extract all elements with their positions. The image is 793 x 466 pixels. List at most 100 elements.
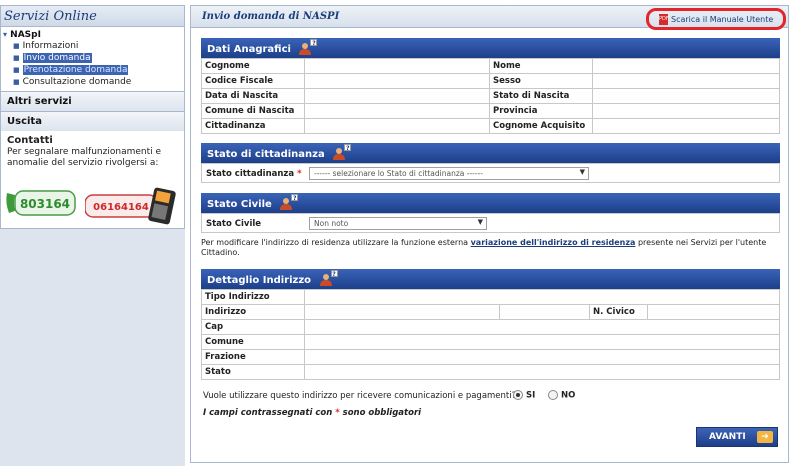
field-label: N. Civico	[589, 304, 648, 320]
address-note: Per modificare l'indirizzo di residenza …	[201, 238, 780, 258]
chevron-down-icon: ▼	[579, 168, 585, 176]
option-no[interactable]: NO	[548, 390, 575, 401]
field-label: Codice Fiscale	[201, 73, 305, 89]
section-stato-civile: Stato Civile ? Stato Civile Non noto ▼	[201, 193, 780, 233]
field-label: Stato Civile	[206, 219, 262, 229]
field-value	[304, 319, 780, 335]
person-help-icon[interactable]: ?	[298, 39, 318, 56]
field-label: Frazione	[201, 349, 305, 365]
phone-green-number: 803164	[20, 197, 70, 211]
page-title: Invio domanda di NASPI	[202, 11, 340, 22]
person-help-icon[interactable]: ?	[319, 270, 338, 287]
section-title: Dati Anagrafici	[207, 44, 291, 55]
radio-si[interactable]	[513, 390, 523, 400]
chevron-down-icon: ▼	[477, 218, 483, 226]
bullet-icon: ■	[13, 42, 20, 50]
sidebar-group-title: NASpI	[10, 30, 41, 40]
field-value	[592, 73, 780, 89]
section-bar: Stato Civile ?	[201, 193, 780, 213]
main-header: Invio domanda di NASPI PDF Scarica il Man…	[191, 6, 788, 30]
sidebar-item-invio-domanda[interactable]: ■ Invio domanda	[13, 52, 184, 64]
sidebar-item-prenotazione-domanda[interactable]: ■ Prenotazione domanda	[13, 64, 184, 76]
table-row: Cognome Nome	[201, 58, 780, 74]
field-label: Stato cittadinanza *	[206, 169, 302, 179]
sidebar-item-label: Prenotazione domanda	[22, 65, 129, 75]
field-label: Provincia	[489, 103, 593, 119]
field-value	[499, 304, 590, 320]
table-row: Cittadinanza Cognome Acquisito	[201, 118, 780, 134]
field-label: Comune	[201, 334, 305, 350]
section-title: Stato Civile	[207, 199, 272, 210]
section-bar: Dati Anagrafici ?	[201, 38, 780, 58]
sidebar-item-label: Informazioni	[22, 41, 79, 51]
section-title: Stato di cittadinanza	[207, 149, 325, 160]
field-value	[304, 103, 490, 119]
field-row-stato-civile: Stato Civile Non noto ▼	[201, 213, 780, 233]
cittadinanza-select[interactable]: ------ selezionare lo Stato di cittadina…	[309, 167, 589, 180]
person-help-icon[interactable]: ?	[279, 194, 299, 211]
table-row: Indirizzo N. Civico	[201, 304, 780, 320]
field-value	[304, 58, 490, 74]
section-dati-anagrafici: Dati Anagrafici ? Cognome Nome Codice Fisc…	[201, 38, 780, 134]
bullet-icon: ■	[13, 54, 20, 62]
sidebar-item-informazioni[interactable]: ■ Informazioni	[13, 40, 184, 52]
person-help-icon[interactable]: ?	[332, 144, 352, 161]
table-row: Codice Fiscale Sesso	[201, 73, 780, 89]
field-label: Sesso	[489, 73, 593, 89]
field-label: Cap	[201, 319, 305, 335]
field-value	[592, 118, 780, 134]
footnote-text: I campi contrassegnati con	[203, 408, 336, 418]
sidebar-group-naspi[interactable]: ▾ NASpI	[3, 30, 184, 40]
field-value	[304, 289, 780, 305]
table-row: Stato	[201, 364, 780, 380]
section-bar: Stato di cittadinanza ?	[201, 143, 780, 163]
field-value	[592, 58, 780, 74]
address-usage-question: Vuole utilizzare questo indirizzo per ri…	[203, 391, 517, 401]
bullet-icon: ■	[13, 78, 20, 86]
field-value	[592, 88, 780, 104]
field-row-cittadinanza: Stato cittadinanza * ------ selezionare …	[201, 163, 780, 183]
table-row: Data di Nascita Stato di Nascita	[201, 88, 780, 104]
field-label: Indirizzo	[201, 304, 305, 320]
table-row: Comune di Nascita Provincia	[201, 103, 780, 119]
next-button[interactable]: AVANTI ➔	[696, 427, 778, 447]
field-value	[304, 118, 490, 134]
field-value	[304, 364, 780, 380]
phone-red-number: 06164164	[93, 202, 149, 213]
next-button-label: AVANTI	[709, 432, 746, 442]
sidebar-item-consultazione-domande[interactable]: ■ Consultazione domande	[13, 76, 184, 88]
field-value	[304, 88, 490, 104]
field-label: Data di Nascita	[201, 88, 305, 104]
option-si[interactable]: SI	[513, 390, 535, 401]
select-value: ------ selezionare lo Stato di cittadina…	[314, 169, 483, 178]
sidebar-header: Servizi Online	[0, 5, 185, 27]
phone-red-icon: 06164164	[85, 187, 176, 225]
table-row: Frazione	[201, 349, 780, 365]
field-value	[304, 334, 780, 350]
sidebar-menu: ▾ NASpI ■ Informazioni ■ Invio domanda ■ Pr…	[0, 27, 185, 91]
footnote-text-end: sono obbligatori	[339, 408, 422, 418]
sidebar-item-uscita[interactable]: Uscita	[0, 111, 185, 131]
option-no-label: NO	[560, 390, 576, 401]
field-label: Comune di Nascita	[201, 103, 305, 119]
field-label: Cittadinanza	[201, 118, 305, 134]
change-address-link[interactable]: variazione dell'indirizzo di residenza	[471, 238, 636, 247]
contacts-box: Contatti Per segnalare malfunzionamenti …	[0, 131, 185, 229]
field-label: Nome	[489, 58, 593, 74]
sidebar: Servizi Online ▾ NASpI ■ Informazioni ■ In…	[0, 5, 185, 466]
section-bar: Dettaglio Indirizzo ?	[201, 269, 780, 289]
field-value	[304, 304, 500, 320]
sidebar-item-label: Consultazione domande	[22, 77, 132, 87]
sidebar-item-altri-servizi[interactable]: Altri servizi	[0, 91, 185, 111]
field-label: Tipo Indirizzo	[201, 289, 305, 305]
stato-civile-select[interactable]: Non noto ▼	[309, 217, 487, 230]
field-label: Cognome	[201, 58, 305, 74]
sidebar-item-label: Invio domanda	[22, 53, 92, 63]
download-manual-label: Scarica il Manuale Utente	[671, 15, 774, 24]
download-manual-link[interactable]: PDF Scarica il Manuale Utente	[646, 8, 786, 30]
radio-no[interactable]	[548, 390, 558, 400]
option-si-label: SI	[525, 390, 536, 401]
chevron-down-icon: ▾	[3, 30, 8, 39]
field-value	[592, 103, 780, 119]
field-label: Stato	[201, 364, 305, 380]
